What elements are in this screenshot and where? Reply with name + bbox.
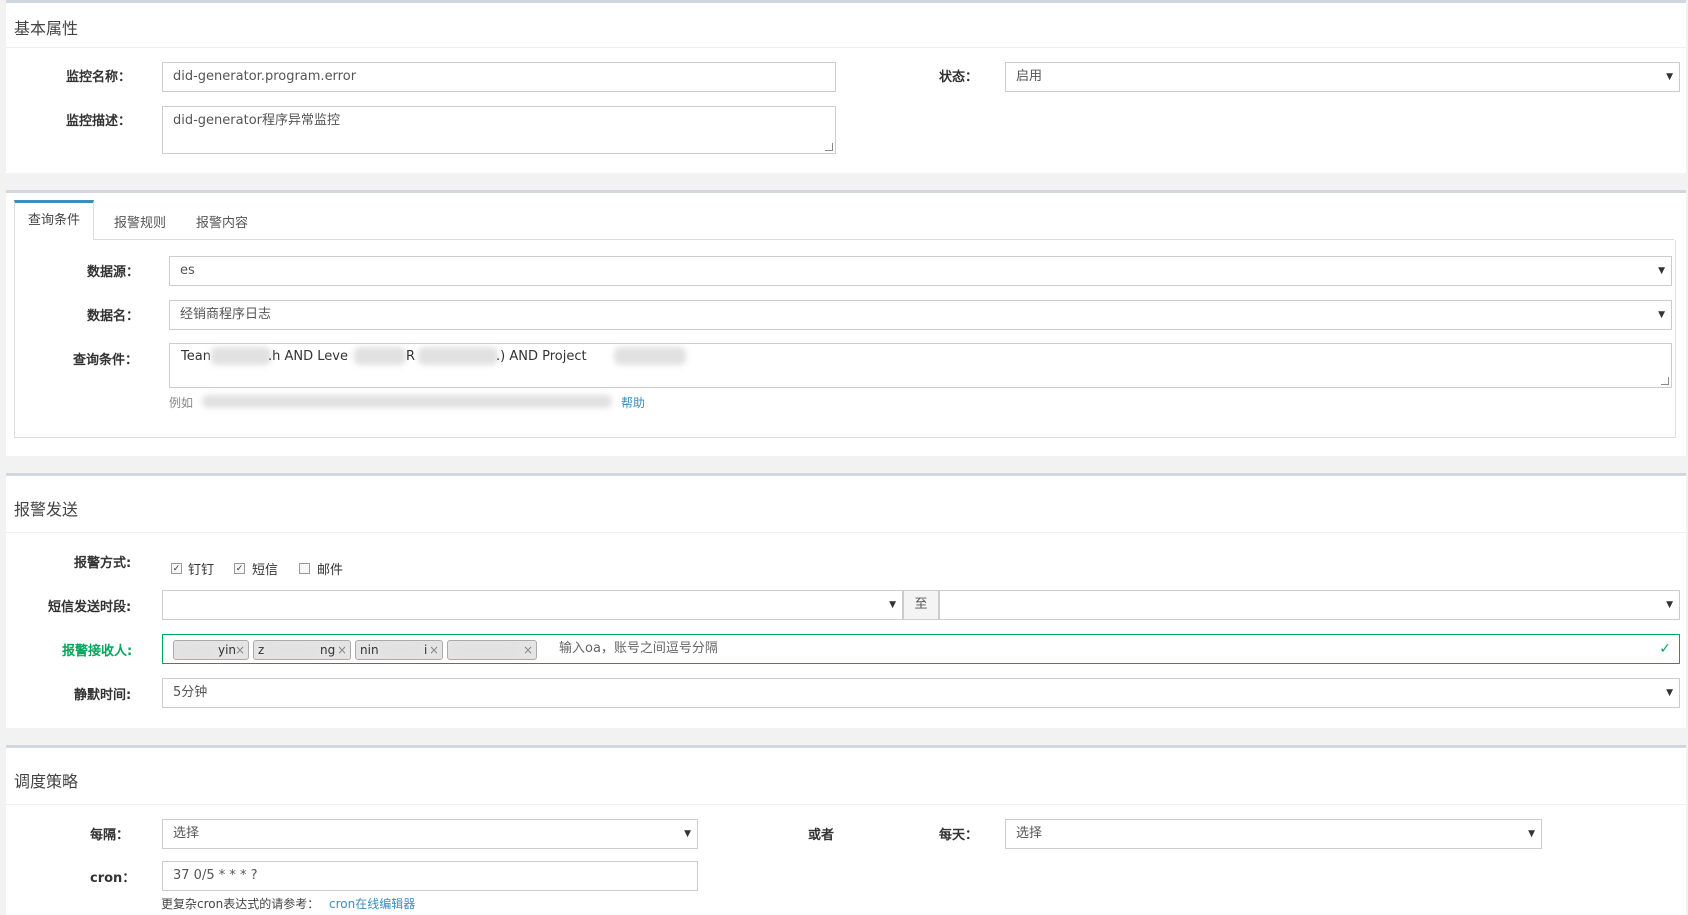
redacted-block [418,347,498,365]
redacted-block [614,347,686,365]
resize-handle-icon[interactable] [825,143,833,151]
redacted-block [177,643,215,657]
to-addon: 至 [903,590,939,620]
chevron-down-icon: ▼ [1666,72,1673,82]
alert-panel: 报警发送 报警方式: ✓ 钉钉 ✓ 短信 邮件 短信发送时段: ▼ 至 ▼ 报警… [6,473,1686,728]
sms-period-end-select[interactable]: ▼ [939,590,1680,620]
receiver-placeholder: 输入oa，账号之间逗号分隔 [559,641,718,656]
check-icon: ✓ [1659,641,1671,657]
monitor-desc-value: did-generator程序异常监控 [173,113,341,128]
remove-tag-icon[interactable]: × [235,641,245,659]
data-source-value: es [180,263,195,278]
monitor-desc-textarea[interactable]: did-generator程序异常监控 [162,106,836,154]
every-value: 选择 [173,826,200,841]
chevron-down-icon: ▼ [684,829,691,839]
data-source-select[interactable]: es ▼ [169,256,1672,286]
remove-tag-icon[interactable]: × [523,641,533,659]
redacted-block [452,643,518,657]
daily-label: 每天： [939,828,979,843]
remove-tag-icon[interactable]: × [337,641,347,659]
status-value: 启用 [1016,69,1043,84]
redacted-block [211,347,271,365]
tab-label: 报警内容 [196,216,249,231]
method-sms-label: 短信 [252,563,279,578]
or-label: 或者 [808,828,835,843]
status-label: 状态： [939,70,979,85]
silence-time-label: 静默时间: [74,688,132,703]
data-name-label: 数据名： [87,309,140,324]
receiver-tag-text: z [258,643,265,657]
receiver-tag-text: nin [360,643,379,657]
checkbox-dingtalk[interactable]: ✓ [171,563,182,574]
tab-strip [14,201,1674,240]
receiver-tag-text: ng [320,643,336,657]
monitor-name-input[interactable]: did-generator.program.error [162,62,836,92]
tab-label: 报警规则 [114,216,167,231]
query-cond-part-2: .h AND Leve [268,349,348,364]
receiver-tag: z ng × [253,640,351,660]
silence-time-select[interactable]: 5分钟 ▼ [162,678,1680,708]
resize-handle-icon[interactable] [1661,377,1669,385]
chevron-down-icon: ▼ [1658,310,1665,320]
query-cond-part-1: Tean [181,349,211,364]
tab-alert-content[interactable]: 报警内容 [196,212,248,231]
every-label: 每隔： [90,828,130,843]
query-panel: 查询条件 报警规则 报警内容 数据源： es ▼ 数据名： 经销商程序日志 ▼ … [6,190,1686,456]
chevron-down-icon: ▼ [1658,266,1665,276]
example-prefix: 例如 [169,396,194,410]
redacted-block [354,347,406,365]
daily-value: 选择 [1016,826,1043,841]
chevron-down-icon: ▼ [889,600,896,610]
sms-period-start-select[interactable]: ▼ [162,590,903,620]
data-source-label: 数据源： [87,265,140,280]
cron-hint: 更复杂cron表达式的请参考： [161,897,320,911]
help-link[interactable]: 帮助 [621,394,645,411]
method-email-label: 邮件 [317,563,344,578]
chevron-down-icon: ▼ [1666,600,1673,610]
redacted-block [202,395,612,408]
schedule-panel: 调度策略 每隔： 选择 ▼ 或者 每天： 选择 ▼ cron： 37 0/5 *… [6,745,1686,915]
redacted-block [267,643,319,657]
alert-method-label: 报警方式: [74,556,132,571]
chevron-down-icon: ▼ [1666,688,1673,698]
query-cond-part-3: R [406,349,416,364]
receiver-tag-text: i [424,643,428,657]
query-cond-part-4: .) AND Project [496,349,587,364]
receiver-tag: × [447,640,537,660]
receiver-tag: nin i × [355,640,443,660]
basic-title: 基本属性 [14,19,79,38]
basic-panel: 基本属性 监控名称： did-generator.program.error 状… [6,0,1686,173]
status-select[interactable]: 启用 ▼ [1005,62,1680,92]
remove-tag-icon[interactable]: × [429,641,439,659]
tab-label: 查询条件 [27,213,80,228]
tab-alert-rules[interactable]: 报警规则 [114,212,166,231]
receiver-label: 报警接收人: [62,644,133,659]
tab-query-conditions[interactable]: 查询条件 [14,200,94,240]
every-select[interactable]: 选择 ▼ [162,819,698,849]
method-dingtalk-label: 钉钉 [188,563,215,578]
data-name-select[interactable]: 经销商程序日志 ▼ [169,300,1672,330]
receiver-tag: yin × [173,640,249,660]
sms-period-label: 短信发送时段: [48,600,132,615]
cron-label: cron： [90,871,136,886]
data-name-value: 经销商程序日志 [180,307,272,322]
alert-title: 报警发送 [14,500,79,519]
chevron-down-icon: ▼ [1528,829,1535,839]
cron-input[interactable]: 37 0/5 * * * ? [162,861,698,891]
checkbox-email[interactable] [299,563,310,574]
cron-editor-link[interactable]: cron在线编辑器 [329,895,415,912]
query-condition-label: 查询条件： [73,353,139,368]
checkbox-sms[interactable]: ✓ [234,563,245,574]
to-label: 至 [914,597,928,612]
monitor-desc-label: 监控描述： [66,114,132,129]
silence-time-value: 5分钟 [173,685,208,700]
receiver-input[interactable]: yin × z ng × nin i × × 输入oa，账号之间逗号分隔 ✓ [162,634,1680,664]
redacted-block [382,643,422,657]
daily-select[interactable]: 选择 ▼ [1005,819,1542,849]
receiver-tag-text: yin [218,643,237,657]
schedule-title: 调度策略 [14,772,79,791]
monitor-name-label: 监控名称： [66,70,132,85]
